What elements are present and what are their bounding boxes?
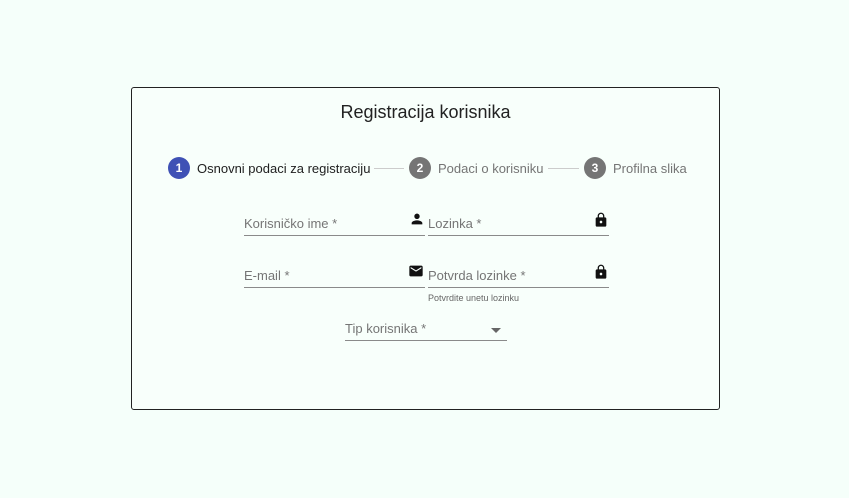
password-confirm-hint: Potvrdite unetu lozinku — [428, 293, 520, 303]
step-3-number: 3 — [584, 157, 606, 179]
username-placeholder: Korisničko ime * — [244, 216, 338, 231]
mail-icon — [407, 263, 425, 284]
step-1-label: Osnovni podaci za registraciju — [197, 160, 371, 176]
password-field[interactable]: Lozinka * — [428, 211, 609, 236]
username-field[interactable]: Korisničko ime * — [244, 211, 425, 236]
step-2[interactable]: 2 Podaci o korisniku — [409, 157, 544, 179]
chevron-down-icon — [491, 328, 501, 333]
step-3[interactable]: 3 Profilna slika — [584, 157, 687, 179]
lock-icon — [593, 263, 609, 286]
stepper: 1 Osnovni podaci za registraciju 2 Podac… — [168, 157, 688, 179]
email-field[interactable]: E-mail * — [244, 263, 425, 288]
password-confirm-placeholder: Potvrda lozinke * — [428, 268, 526, 283]
step-2-number: 2 — [409, 157, 431, 179]
step-2-label: Podaci o korisniku — [438, 160, 544, 176]
page-title: Registracija korisnika — [340, 102, 511, 122]
email-placeholder: E-mail * — [244, 268, 290, 283]
user-type-placeholder: Tip korisnika * — [345, 321, 427, 336]
lock-icon — [593, 211, 609, 234]
step-3-label: Profilna slika — [613, 160, 687, 176]
user-type-select[interactable]: Tip korisnika * — [345, 316, 507, 341]
step-connector-1 — [374, 168, 404, 169]
person-icon — [409, 211, 425, 232]
step-connector-2 — [548, 168, 579, 169]
registration-card: Registracija korisnika 1 Osnovni podaci … — [131, 87, 720, 410]
password-placeholder: Lozinka * — [428, 216, 482, 231]
step-1-number: 1 — [168, 157, 190, 179]
step-1[interactable]: 1 Osnovni podaci za registraciju — [168, 157, 370, 179]
password-confirm-field[interactable]: Potvrda lozinke * — [428, 263, 609, 288]
